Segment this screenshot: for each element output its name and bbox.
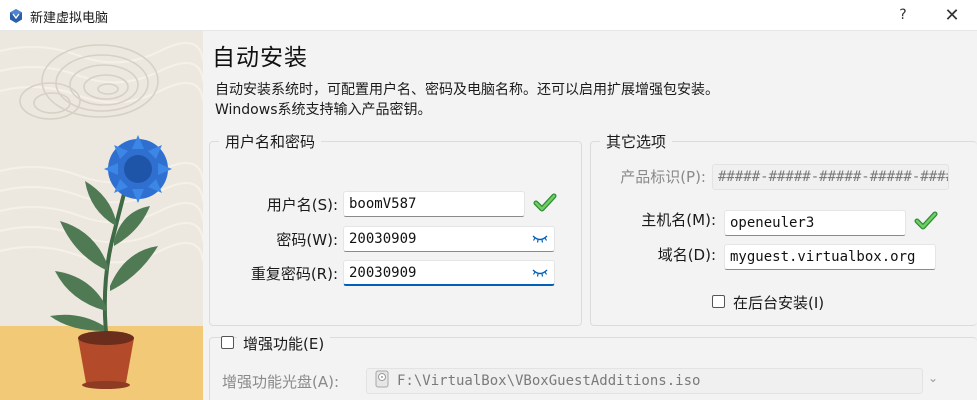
title-bar: 新建虚拟电脑 ? ✕ [0,0,977,31]
background-install-label[interactable]: 在后台安装(I) [733,292,824,313]
close-button[interactable]: ✕ [929,0,975,31]
check-icon [533,193,557,212]
domain-input[interactable]: myguest.virtualbox.org [724,244,936,270]
page-title: 自动安装 [212,45,308,71]
description-line-2: Windows系统支持输入产品密钥。 [215,102,432,118]
guest-additions-checkbox[interactable] [221,336,234,349]
other-options-legend: 其它选项 [600,131,673,152]
repeat-password-label: 重复密码(R): [250,265,338,283]
disc-icon [375,370,389,388]
repeat-password-input[interactable]: 20030909 [343,260,555,286]
hostname-input[interactable]: openeuler3 [724,210,906,236]
product-key-input: #####-#####-#####-#####-##### [712,164,949,190]
chevron-down-icon: ⌄ [928,371,939,385]
username-password-legend: 用户名和密码 [219,131,322,152]
guest-additions-iso-label: 增强功能光盘(A): [222,373,340,391]
repeat-password-value: 20030909 [349,265,417,281]
window-title: 新建虚拟电脑 [30,11,109,26]
eye-closed-icon[interactable] [532,265,548,279]
virtualbox-icon [10,9,22,23]
eye-closed-icon[interactable] [532,231,548,245]
help-button[interactable]: ? [880,0,926,31]
hostname-label: 主机名(M): [641,211,716,229]
guest-additions-legend[interactable]: 增强功能(E) [237,333,331,354]
password-label: 密码(W): [276,231,338,249]
password-input[interactable]: 20030909 [343,226,555,252]
guest-additions-iso-select: F:\VirtualBox\VBoxGuestAdditions.iso [366,368,923,394]
check-icon [914,211,938,230]
password-value: 20030909 [349,231,417,247]
domain-label: 域名(D): [657,246,716,264]
description-line-1: 自动安装系统时，可配置用户名、密码及电脑名称。还可以启用扩展增强包安装。 [215,82,719,98]
username-label: 用户名(S): [266,196,338,214]
background-install-checkbox[interactable] [712,295,725,308]
product-key-label: 产品标识(P): [620,168,706,186]
wizard-illustration [0,31,203,400]
username-input[interactable]: boomV587 [343,191,525,217]
